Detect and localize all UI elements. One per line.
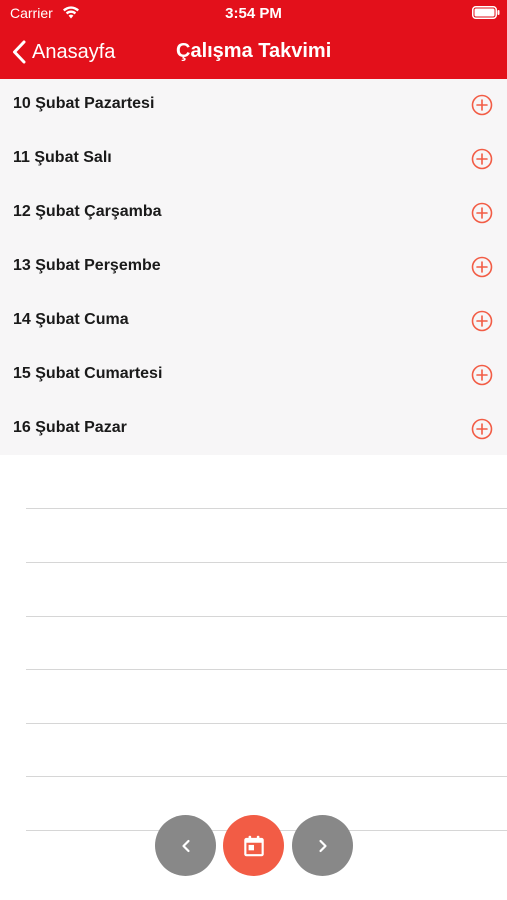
plus-circle-icon[interactable] (470, 417, 494, 441)
plus-circle-icon[interactable] (470, 147, 494, 171)
day-label: 14 Şubat Cuma (13, 311, 129, 328)
day-row[interactable]: 14 Şubat Cuma (0, 295, 507, 349)
list-separator (26, 616, 507, 617)
day-row[interactable]: 16 Şubat Pazar (0, 403, 507, 457)
chevron-right-icon (318, 839, 327, 852)
day-label: 16 Şubat Pazar (13, 419, 127, 436)
next-week-button[interactable] (292, 815, 353, 876)
list-separator (26, 508, 507, 509)
day-label: 10 Şubat Pazartesi (13, 95, 155, 112)
back-button-label: Anasayfa (32, 40, 116, 63)
list-separator (26, 669, 507, 670)
previous-week-button[interactable] (155, 815, 216, 876)
list-separator (26, 723, 507, 724)
day-row[interactable]: 13 Şubat Perşembe (0, 241, 507, 295)
page-title: Çalışma Takvimi (176, 40, 332, 62)
plus-circle-icon[interactable] (470, 93, 494, 117)
header: Carrier 3:54 PM Anasayfa Çalışma Takvimi (0, 0, 507, 79)
calendar-button[interactable] (223, 815, 284, 876)
chevron-left-icon (13, 40, 26, 64)
day-row[interactable]: 11 Şubat Salı (0, 133, 507, 187)
plus-circle-icon[interactable] (470, 201, 494, 225)
plus-circle-icon[interactable] (470, 363, 494, 387)
plus-circle-icon[interactable] (470, 309, 494, 333)
chevron-left-icon (181, 839, 190, 852)
day-label: 11 Şubat Salı (13, 149, 112, 166)
back-button[interactable]: Anasayfa (12, 37, 115, 67)
day-row[interactable]: 10 Şubat Pazartesi (0, 79, 507, 133)
day-label: 15 Şubat Cumartesi (13, 365, 163, 382)
calendar-icon (243, 835, 264, 856)
plus-circle-icon[interactable] (470, 255, 494, 279)
status-time: 3:54 PM (225, 5, 282, 22)
navigation-bar: Anasayfa Çalışma Takvimi (0, 26, 507, 79)
day-row[interactable]: 15 Şubat Cumartesi (0, 349, 507, 403)
list-separator (26, 562, 507, 563)
day-label: 12 Şubat Çarşamba (13, 203, 162, 220)
day-list: 10 Şubat Pazartesi 11 Şubat Salı 12 Şuba… (0, 79, 507, 455)
day-label: 13 Şubat Perşembe (13, 257, 161, 274)
battery-icon (472, 6, 500, 19)
list-separator (26, 776, 507, 777)
status-bar: Carrier 3:54 PM (0, 0, 507, 26)
day-row[interactable]: 12 Şubat Çarşamba (0, 187, 507, 241)
